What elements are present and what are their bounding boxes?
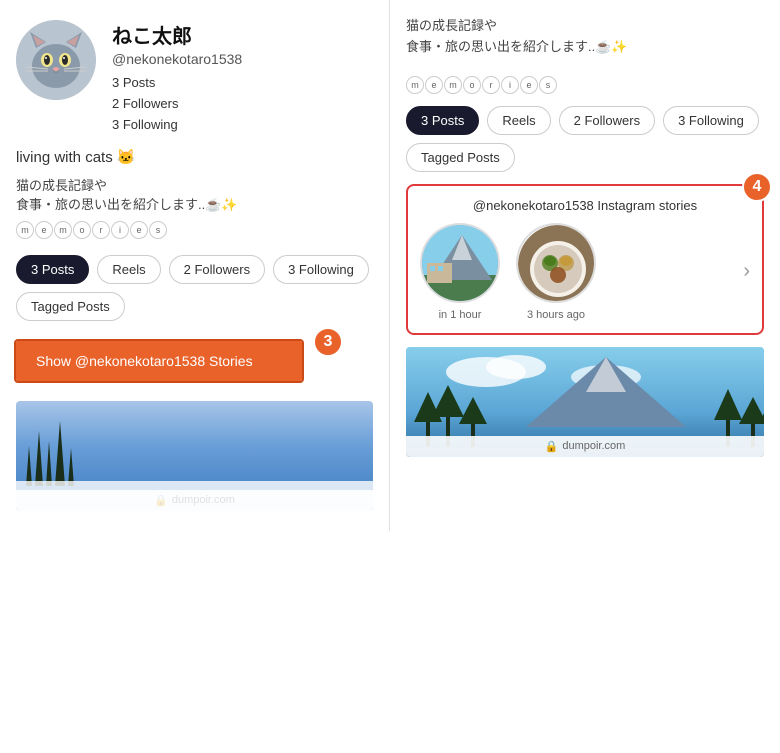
right-tab-tagged[interactable]: Tagged Posts	[406, 143, 515, 172]
tab-tagged[interactable]: Tagged Posts	[16, 292, 125, 321]
stories-badge-4: 4	[742, 172, 772, 202]
left-lock-bar: 🔒 dumpoir.com	[16, 490, 373, 511]
profile-info: ねこ太郎 @nekonekotaro1538 3 Posts 2 Followe…	[112, 20, 242, 135]
story-item-1[interactable]: in 1 hour	[420, 223, 500, 321]
story-thumb-1	[420, 223, 500, 303]
bottom-image-right: 🔒 dumpoir.com	[406, 347, 764, 457]
right-tab-following[interactable]: 3 Following	[663, 106, 759, 135]
stories-card-title: @nekonekotaro1538 Instagram stories	[420, 198, 750, 213]
story-thumb-2	[516, 223, 596, 303]
right-tab-followers[interactable]: 2 Followers	[559, 106, 655, 135]
tab-posts[interactable]: 3 Posts	[16, 255, 89, 284]
profile-stats: 3 Posts 2 Followers 3 Following	[112, 73, 242, 135]
right-tab-reels[interactable]: Reels	[487, 106, 550, 135]
right-panel: 猫の成長記録や食事・旅の思い出を紹介します..☕✨ m e m o r i e …	[390, 0, 780, 531]
story-time-2: 3 hours ago	[527, 309, 585, 321]
following-count: 3 Following	[112, 115, 242, 136]
story-item-2[interactable]: 3 hours ago	[516, 223, 596, 321]
profile-handle: @nekonekotaro1538	[112, 51, 242, 67]
left-tabs: 3 Posts Reels 2 Followers 3 Following Ta…	[16, 255, 373, 321]
bio-text: 猫の成長記録や食事・旅の思い出を紹介します..☕✨	[16, 176, 373, 215]
memories-tag: m e m o r i e s	[16, 221, 167, 239]
right-memories-tag: m e m o r i e s	[406, 76, 764, 94]
bottom-image-left: 🔒 dumpoir.com	[16, 401, 373, 511]
chevron-right-icon[interactable]: ›	[743, 260, 750, 283]
avatar	[16, 20, 96, 100]
profile-header: ねこ太郎 @nekonekotaro1538 3 Posts 2 Followe…	[16, 20, 373, 135]
story-time-1: in 1 hour	[439, 309, 482, 321]
right-tab-posts[interactable]: 3 Posts	[406, 106, 479, 135]
tab-following[interactable]: 3 Following	[273, 255, 369, 284]
bio-living: living with cats 🐱	[16, 147, 373, 170]
right-lock-bar: 🔒 dumpoir.com	[406, 436, 764, 457]
stories-badge-3: 3	[313, 327, 343, 357]
left-panel: ねこ太郎 @nekonekotaro1538 3 Posts 2 Followe…	[0, 0, 390, 531]
stories-card: 4 @nekonekotaro1538 Instagram stories	[406, 184, 764, 335]
profile-name: ねこ太郎	[112, 20, 242, 49]
show-stories-button[interactable]: Show @nekonekotaro1538 Stories	[16, 341, 302, 381]
right-tabs: 3 Posts Reels 2 Followers 3 Following Ta…	[406, 106, 764, 172]
tab-reels[interactable]: Reels	[97, 255, 160, 284]
right-bio-text: 猫の成長記録や食事・旅の思い出を紹介します..☕✨	[406, 16, 764, 58]
posts-count: 3 Posts	[112, 73, 242, 94]
bio-section: living with cats 🐱 猫の成長記録や食事・旅の思い出を紹介します…	[16, 147, 373, 239]
stories-btn-container: Show @nekonekotaro1538 Stories 3	[16, 341, 373, 381]
tab-followers[interactable]: 2 Followers	[169, 255, 265, 284]
followers-count: 2 Followers	[112, 94, 242, 115]
stories-items: in 1 hour	[420, 223, 750, 321]
